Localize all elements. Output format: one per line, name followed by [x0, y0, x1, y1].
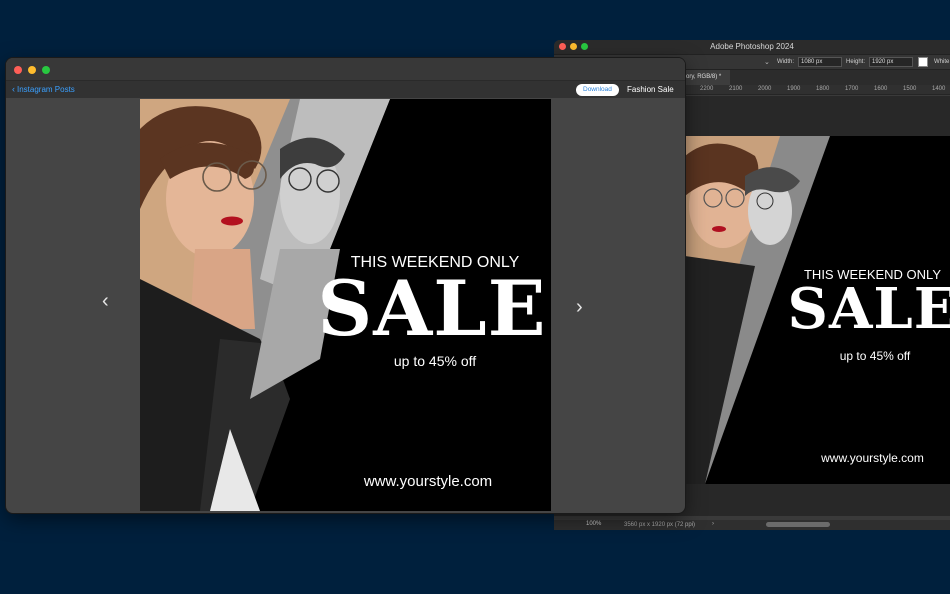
height-label: Height: [846, 59, 866, 65]
photoshop-status-bar: 100% 3560 px x 1920 px (72 ppi) › [554, 520, 950, 530]
chevron-left-icon: ‹ [12, 84, 15, 94]
horizontal-scrollbar[interactable] [766, 522, 830, 527]
ruler-tick: 1800 [816, 86, 830, 92]
next-button[interactable]: › [576, 297, 583, 317]
download-button[interactable]: Download [576, 84, 619, 96]
ruler-tick: 1900 [787, 86, 801, 92]
previous-button[interactable]: ‹ [102, 291, 109, 311]
ruler-tick: 1500 [903, 86, 917, 92]
preview-toolbar: ‹ Instagram Posts Download Fashion Sale [6, 80, 685, 98]
swatch-label: White [934, 59, 950, 65]
width-label: Width: [777, 59, 795, 65]
color-swatch[interactable] [918, 57, 928, 67]
zoom-level[interactable]: 100% [586, 521, 601, 527]
photoshop-titlebar: Adobe Photoshop 2024 [554, 40, 950, 54]
poster-discount: up to 45% off [393, 353, 477, 369]
back-label: Instagram Posts [17, 84, 75, 94]
chevron-left-icon: ‹ [102, 290, 109, 312]
window-controls [14, 66, 50, 74]
preview-titlebar [6, 58, 685, 80]
window-title: Fashion Sale [627, 85, 674, 94]
ruler-tick: 1600 [874, 86, 888, 92]
ruler-tick: 1400 [932, 86, 946, 92]
ruler-tick: 2100 [729, 86, 743, 92]
preview-window: ‹ Instagram Posts Download Fashion Sale … [6, 58, 685, 513]
poster-url: www.yourstyle.com [821, 451, 924, 465]
chevron-right-icon[interactable]: › [712, 521, 714, 527]
poster-url: www.yourstyle.com [363, 473, 493, 490]
ruler-tick: 1700 [845, 86, 859, 92]
back-button[interactable]: ‹ Instagram Posts [12, 84, 75, 94]
poster-sale-text: SALE [317, 264, 547, 353]
document-tab[interactable]: ory, RGB/8) * [684, 70, 730, 85]
chevron-right-icon: › [576, 296, 583, 318]
photoshop-title: Adobe Photoshop 2024 [710, 42, 794, 51]
minimize-icon[interactable] [28, 66, 36, 74]
zoom-icon[interactable] [42, 66, 50, 74]
ruler-tick: 2000 [758, 86, 772, 92]
poster-discount: up to 45% off [839, 349, 911, 363]
height-field[interactable]: 1920 px [869, 57, 913, 67]
close-icon[interactable] [14, 66, 22, 74]
ruler-tick: 2200 [700, 86, 714, 92]
photoshop-document-canvas[interactable]: THIS WEEKEND ONLY SALE up to 45% off www… [685, 136, 950, 484]
chevron-down-icon[interactable]: ⌄ [764, 58, 770, 66]
poster-sale-text: SALE [787, 276, 950, 342]
document-size: 3560 px x 1920 px (72 ppi) [624, 522, 696, 528]
poster-preview: THIS WEEKEND ONLY SALE up to 45% off www… [140, 99, 551, 511]
width-field[interactable]: 1080 px [798, 57, 842, 67]
